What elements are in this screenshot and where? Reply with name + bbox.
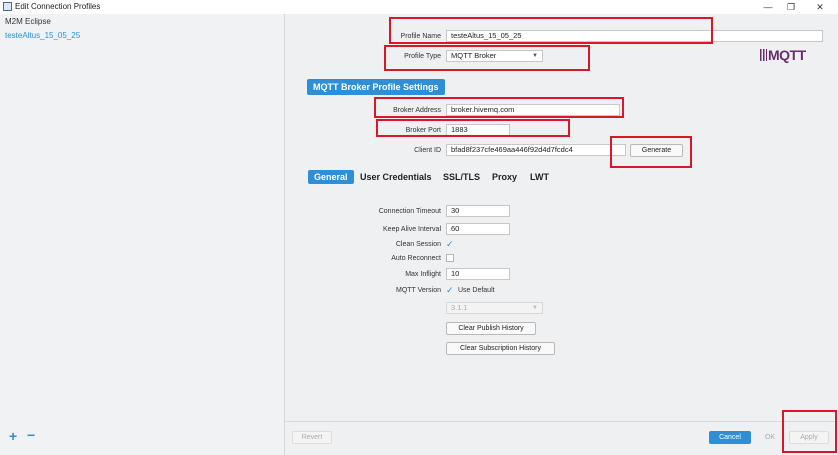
use-default-label: Use Default bbox=[458, 287, 495, 294]
tab-general[interactable]: General bbox=[308, 170, 354, 184]
highlight-generate bbox=[610, 136, 692, 168]
tab-user-credentials[interactable]: User Credentials bbox=[360, 170, 432, 184]
window-titlebar: Edit Connection Profiles — ❐ ✕ bbox=[0, 0, 838, 15]
remove-profile-icon[interactable]: − bbox=[27, 427, 35, 443]
footer-bar bbox=[285, 421, 838, 455]
sidebar-group-m2m-eclipse[interactable]: M2M Eclipse bbox=[5, 17, 51, 26]
client-id-label: Client ID bbox=[414, 147, 441, 154]
revert-button[interactable]: Revert bbox=[292, 431, 332, 444]
ok-button[interactable]: OK bbox=[759, 431, 781, 444]
window-title: Edit Connection Profiles bbox=[15, 2, 101, 11]
highlight-broker-port bbox=[376, 119, 570, 137]
close-icon[interactable]: ✕ bbox=[810, 1, 830, 13]
chevron-down-icon: ▼ bbox=[532, 305, 538, 311]
mqtt-logo: MQTT bbox=[760, 47, 806, 63]
tab-ssl-tls[interactable]: SSL/TLS bbox=[443, 170, 480, 184]
max-inflight-input[interactable]: 10 bbox=[446, 268, 510, 280]
mqtt-version-select: 3.1.1 ▼ bbox=[446, 302, 543, 314]
highlight-broker-address bbox=[374, 97, 624, 118]
broker-settings-title: MQTT Broker Profile Settings bbox=[307, 79, 445, 95]
connection-timeout-label: Connection Timeout bbox=[378, 208, 441, 215]
highlight-profile-name bbox=[389, 17, 713, 44]
mqtt-logo-bars-icon bbox=[760, 49, 767, 61]
mqtt-logo-text: MQTT bbox=[768, 47, 806, 63]
profiles-sidebar: M2M Eclipse testeAltus_15_05_25 + − bbox=[0, 14, 285, 455]
keep-alive-input[interactable]: 60 bbox=[446, 223, 510, 235]
cancel-button[interactable]: Cancel bbox=[709, 431, 751, 444]
keep-alive-label: Keep Alive Interval bbox=[383, 226, 441, 233]
clear-publish-history-button[interactable]: Clear Publish History bbox=[446, 322, 536, 335]
highlight-profile-type bbox=[384, 45, 590, 71]
minimize-icon[interactable]: — bbox=[758, 1, 778, 13]
add-profile-icon[interactable]: + bbox=[9, 428, 17, 444]
highlight-apply bbox=[782, 410, 837, 453]
use-default-checkbox[interactable]: ✓ bbox=[446, 286, 455, 295]
tab-proxy[interactable]: Proxy bbox=[492, 170, 517, 184]
connection-timeout-input[interactable]: 30 bbox=[446, 205, 510, 217]
auto-reconnect-label: Auto Reconnect bbox=[391, 255, 441, 262]
clean-session-label: Clean Session bbox=[395, 241, 441, 248]
clean-session-checkbox[interactable]: ✓ bbox=[446, 240, 455, 249]
clear-subscription-history-button[interactable]: Clear Subscription History bbox=[446, 342, 555, 355]
sidebar-item-profile[interactable]: testeAltus_15_05_25 bbox=[5, 31, 80, 40]
tab-lwt[interactable]: LWT bbox=[530, 170, 549, 184]
max-inflight-label: Max Inflight bbox=[405, 271, 441, 278]
auto-reconnect-checkbox[interactable] bbox=[446, 254, 454, 262]
mqtt-version-value: 3.1.1 bbox=[451, 303, 468, 312]
maximize-icon[interactable]: ❐ bbox=[781, 1, 801, 13]
mqtt-version-label: MQTT Version bbox=[396, 287, 441, 294]
client-id-input[interactable]: bfad8f237cfe469aa446f92d4d7fcdc4 bbox=[446, 144, 626, 156]
app-icon bbox=[3, 2, 12, 11]
